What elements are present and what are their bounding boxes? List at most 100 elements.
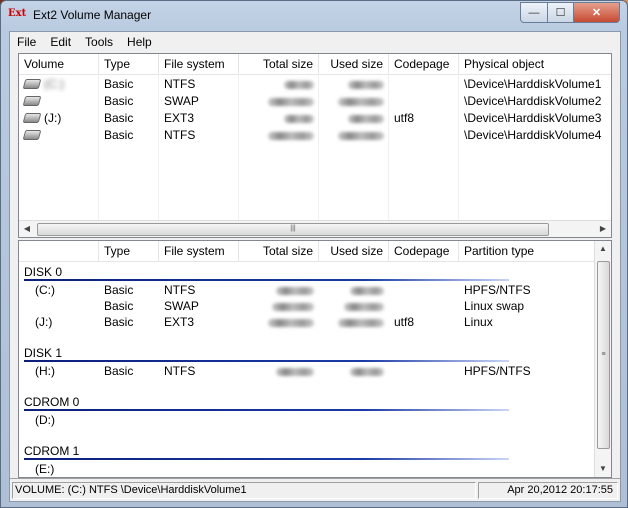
disk-group-separator — [24, 458, 509, 460]
col-partition-type[interactable]: Partition type — [459, 241, 594, 261]
used-size-cell — [319, 76, 389, 93]
col-type[interactable]: Type — [99, 54, 159, 74]
col-filesystem[interactable]: File system — [159, 54, 239, 74]
menu-file[interactable]: File — [10, 35, 43, 49]
codepage-cell — [389, 298, 459, 315]
redacted-value — [344, 302, 384, 311]
codepage-cell — [389, 127, 459, 144]
type-cell: Basic — [104, 128, 134, 142]
type-cell: Basic — [104, 94, 134, 108]
filesystem-cell: EXT3 — [164, 111, 195, 125]
total-size-cell — [239, 461, 319, 478]
volume-list[interactable]: Volume Type File system Total size Used … — [18, 53, 612, 238]
grid-line — [158, 74, 159, 221]
codepage-cell: utf8 — [394, 315, 415, 329]
scroll-left-icon[interactable]: ◀ — [19, 221, 35, 237]
total-size-cell — [239, 282, 319, 299]
col-volume[interactable]: Volume — [19, 54, 99, 74]
disk-list[interactable]: Type File system Total size Used size Co… — [18, 240, 612, 478]
col-total-size[interactable]: Total size — [239, 54, 319, 74]
redacted-value — [276, 367, 314, 376]
used-size-cell — [319, 412, 389, 429]
menu-help[interactable]: Help — [120, 35, 159, 49]
partition-row[interactable]: Basic SWAP Linux swap — [19, 298, 594, 315]
col-used-size[interactable]: Used size — [319, 241, 389, 261]
volume-row[interactable]: (J:) Basic EXT3 utf8 \Device\HarddiskVolume3 — [19, 110, 611, 127]
grid-line — [388, 74, 389, 221]
used-size-cell — [319, 127, 389, 144]
partition-row[interactable]: (H:) Basic NTFS HPFS/NTFS — [19, 363, 594, 380]
type-cell: Basic — [104, 315, 134, 329]
disk-list-header: Type File system Total size Used size Co… — [19, 241, 594, 262]
partition-row[interactable]: (J:) Basic EXT3 utf8 Linux — [19, 314, 594, 331]
partition-volume-cell: (E:) — [35, 462, 55, 476]
disk-group-label[interactable]: DISK 0 — [24, 265, 62, 279]
redacted-value — [338, 97, 384, 106]
volume-cell — [19, 127, 99, 144]
close-icon[interactable]: ✕ — [573, 2, 620, 23]
col-filesystem[interactable]: File system — [159, 241, 239, 261]
volume-cell: (C:) — [19, 76, 99, 93]
col-type[interactable]: Type — [99, 241, 159, 261]
disk-list-vscrollbar[interactable]: ▲ ≡ ▼ — [594, 241, 611, 477]
partition-type-cell — [459, 461, 594, 478]
partition-type-cell: Linux — [464, 315, 493, 329]
partition-type-cell: Linux swap — [464, 299, 525, 313]
col-physical-object[interactable]: Physical object — [459, 54, 611, 74]
col-codepage[interactable]: Codepage — [389, 241, 459, 261]
menu-edit[interactable]: Edit — [43, 35, 78, 49]
scroll-right-icon[interactable]: ▶ — [595, 221, 611, 237]
status-volume-info: VOLUME: (C:) NTFS \Device\HarddiskVolume… — [12, 482, 476, 499]
partition-row[interactable]: (D:) — [19, 412, 594, 429]
partition-row[interactable]: (C:) Basic NTFS HPFS/NTFS — [19, 282, 594, 299]
disk-group-separator — [24, 279, 509, 281]
redacted-value — [348, 114, 384, 123]
type-cell — [99, 461, 159, 478]
partition-volume-cell: (C:) — [35, 283, 55, 297]
codepage-cell — [389, 363, 459, 380]
disk-group-label[interactable]: CDROM 0 — [24, 395, 79, 409]
total-size-cell — [239, 127, 319, 144]
codepage-cell — [389, 76, 459, 93]
volume-row[interactable]: Basic SWAP \Device\HarddiskVolume2 — [19, 93, 611, 110]
partition-type-cell — [459, 412, 594, 429]
physical-object-cell: \Device\HarddiskVolume3 — [464, 111, 602, 125]
filesystem-cell: NTFS — [164, 283, 196, 297]
type-cell — [99, 412, 159, 429]
disk-group-label[interactable]: CDROM 1 — [24, 444, 79, 458]
volume-cell: (J:) — [19, 110, 99, 127]
codepage-cell: utf8 — [394, 111, 415, 125]
volume-list-hscrollbar[interactable]: ◀ ||| ▶ — [19, 220, 611, 237]
title-bar[interactable]: Ext Ext2 Volume Manager — ☐ ✕ — [1, 1, 627, 31]
scroll-up-icon[interactable]: ▲ — [595, 241, 611, 257]
maximize-icon[interactable]: ☐ — [547, 2, 574, 23]
col-total-size[interactable]: Total size — [239, 241, 319, 261]
type-cell: Basic — [104, 364, 134, 378]
scroll-down-icon[interactable]: ▼ — [595, 461, 611, 477]
total-size-cell — [239, 76, 319, 93]
col-used-size[interactable]: Used size — [319, 54, 389, 74]
volume-cell — [19, 93, 99, 110]
volume-row[interactable]: Basic NTFS \Device\HarddiskVolume4 — [19, 127, 611, 144]
minimize-icon[interactable]: — — [520, 2, 548, 23]
vscroll-thumb[interactable]: ≡ — [597, 261, 610, 449]
filesystem-cell: SWAP — [164, 299, 199, 313]
partition-type-cell: HPFS/NTFS — [464, 283, 531, 297]
disk-group-label[interactable]: DISK 1 — [24, 346, 62, 360]
total-size-cell — [239, 412, 319, 429]
filesystem-cell: SWAP — [164, 94, 199, 108]
physical-object-cell: \Device\HarddiskVolume2 — [464, 94, 602, 108]
used-size-cell — [319, 298, 389, 315]
volume-row[interactable]: (C:) Basic NTFS \Device\HarddiskVolume1 — [19, 76, 611, 93]
col-codepage[interactable]: Codepage — [389, 54, 459, 74]
type-cell: Basic — [104, 111, 134, 125]
hard-drive-icon — [22, 113, 42, 123]
menu-tools[interactable]: Tools — [78, 35, 120, 49]
hscroll-thumb[interactable]: ||| — [37, 223, 549, 236]
redacted-value — [268, 318, 314, 327]
used-size-cell — [319, 461, 389, 478]
partition-row[interactable]: (E:) — [19, 461, 594, 478]
col-disk-blank[interactable] — [19, 241, 99, 261]
redacted-value — [350, 367, 384, 376]
partition-volume-cell — [19, 298, 99, 315]
